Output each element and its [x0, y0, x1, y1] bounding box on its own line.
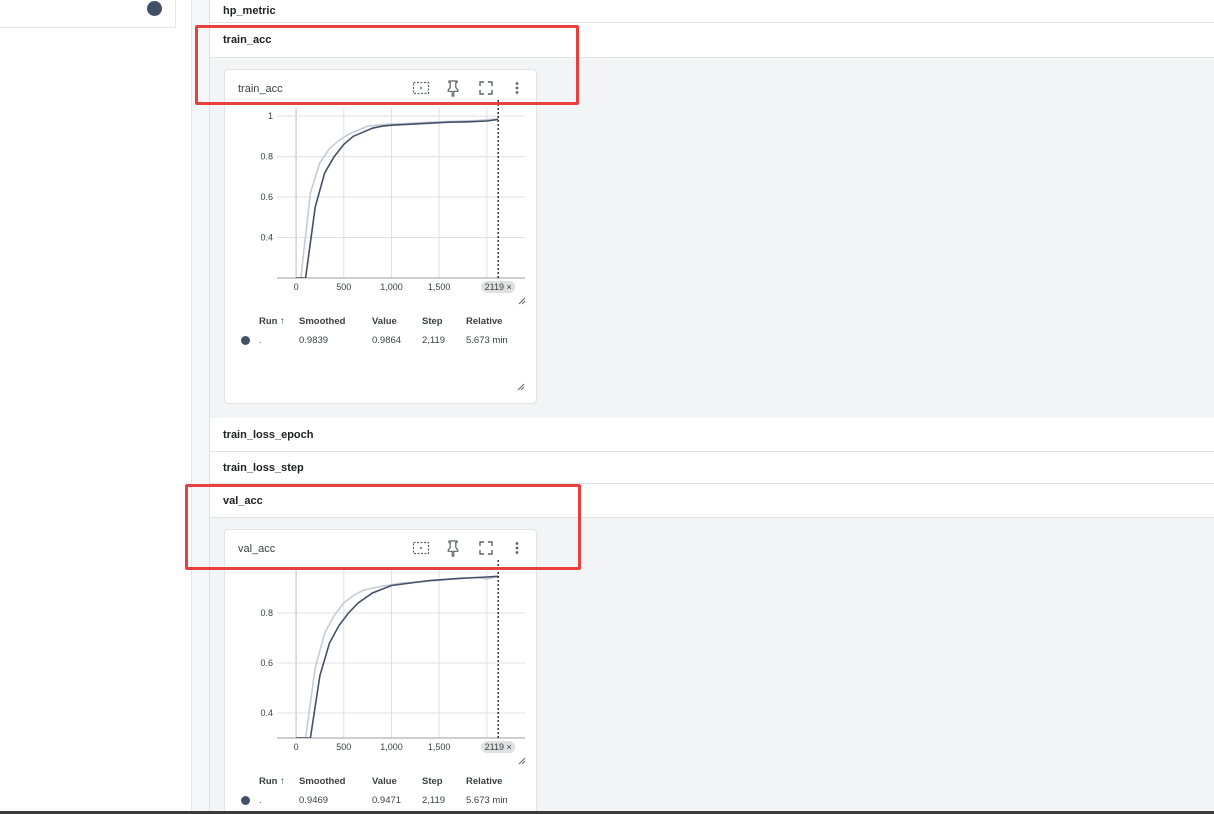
group-header-train-loss-epoch[interactable]: train_loss_epoch — [210, 418, 1214, 452]
chart-card-val-acc: val_acc 0.40.60.805001,0001,50022119 × R… — [224, 529, 537, 814]
tooltip-table: Run ↑ Smoothed Value Step Relative . 0.9… — [239, 316, 529, 356]
more-vert-icon[interactable] — [508, 79, 526, 97]
x-tick-label: 500 — [336, 742, 351, 752]
series-line-smoothed — [296, 575, 499, 738]
group-body-val-acc: val_acc 0.40.60.805001,0001,50022119 × R… — [210, 518, 1214, 814]
card-title: train_acc — [238, 83, 283, 95]
step-badge-label: 2119 × — [485, 742, 512, 752]
x-tick-label: 0 — [294, 282, 299, 292]
x-tick-label: 1,000 — [380, 282, 403, 292]
group-body-train-acc: train_acc 0.40.60.8105001,0001,50022119 … — [210, 58, 1214, 418]
y-tick-label: 0.8 — [260, 152, 273, 162]
val-acc-line-chart[interactable]: 0.40.60.805001,0001,50022119 × — [225, 560, 538, 770]
run-legend-dot — [241, 336, 250, 345]
x-tick-label: 1,000 — [380, 742, 403, 752]
x-tick-label: 1,500 — [428, 742, 451, 752]
card-title: val_acc — [238, 543, 276, 555]
run-color-dot[interactable] — [147, 1, 162, 16]
cell-value: 0.9864 — [372, 335, 402, 346]
group-header-val-acc[interactable]: val_acc — [210, 484, 1214, 518]
cell-relative: 5.673 min — [466, 335, 508, 346]
chart-resize-handle-icon — [518, 757, 526, 765]
step-badge-label: 2119 × — [485, 282, 512, 292]
scalars-main-panel: hp_metric train_acc train_acc 0.4 0.6 0.8 1… — [209, 0, 1214, 814]
pin-icon[interactable] — [444, 79, 462, 97]
col-relative[interactable]: Relative — [466, 776, 502, 787]
group-header-train-acc[interactable]: train_acc — [210, 23, 1214, 58]
group-header-hp-metric[interactable]: hp_metric — [210, 0, 1214, 23]
cell-smoothed: 0.9839 — [299, 335, 329, 346]
x-tick-label: 1,500 — [428, 282, 451, 292]
group-label: hp_metric — [223, 5, 276, 17]
y-tick-label: 0.6 — [260, 192, 273, 202]
y-tick-label: 0.4 — [260, 233, 273, 243]
series-line-raw — [296, 575, 499, 738]
fit-domain-icon[interactable] — [412, 539, 430, 557]
y-tick-label: 0.4 — [260, 708, 273, 718]
y-tick-label: 0.6 — [260, 658, 273, 668]
x-tick-label: 0 — [294, 742, 299, 752]
chart-resize-handle-icon — [518, 297, 526, 305]
fit-domain-icon[interactable] — [412, 79, 430, 97]
runs-sidebar — [0, 0, 192, 814]
group-label: train_acc — [223, 34, 272, 46]
train-acc-line-chart[interactable]: 0.40.60.8105001,0001,50022119 × — [225, 100, 538, 310]
cell-relative: 5.673 min — [466, 795, 508, 806]
pin-icon[interactable] — [444, 539, 462, 557]
y-tick-label: 0.8 — [260, 608, 273, 618]
fullscreen-icon[interactable] — [477, 539, 495, 557]
cell-run: . — [259, 795, 262, 806]
cell-smoothed: 0.9469 — [299, 795, 329, 806]
group-label: train_loss_step — [223, 461, 304, 474]
col-relative[interactable]: Relative — [466, 316, 502, 327]
series-line-raw — [296, 118, 499, 278]
resize-handle-icon[interactable] — [517, 383, 525, 391]
run-legend-dot — [241, 796, 250, 805]
chart-card-train-acc: train_acc 0.40.60.8105001,0001,50022119 … — [224, 69, 537, 404]
fullscreen-icon[interactable] — [477, 79, 495, 97]
series-line-smoothed — [296, 118, 499, 278]
col-run[interactable]: Run ↑ — [259, 776, 285, 787]
tooltip-table: Run ↑ Smoothed Value Step Relative . 0.9… — [239, 776, 529, 814]
more-vert-icon[interactable] — [508, 539, 526, 557]
col-step[interactable]: Step — [422, 316, 443, 327]
x-tick-label: 500 — [336, 282, 351, 292]
group-header-train-loss-step[interactable]: train_loss_step — [210, 452, 1214, 484]
group-label: val_acc — [223, 494, 263, 507]
col-value[interactable]: Value — [372, 316, 397, 327]
cell-run: . — [259, 335, 262, 346]
run-row[interactable] — [0, 0, 176, 28]
cell-value: 0.9471 — [372, 795, 402, 806]
y-tick-label: 1 — [268, 111, 273, 121]
col-smoothed[interactable]: Smoothed — [299, 776, 345, 787]
col-value[interactable]: Value — [372, 776, 397, 787]
col-run[interactable]: Run ↑ — [259, 316, 285, 327]
col-step[interactable]: Step — [422, 776, 443, 787]
col-smoothed[interactable]: Smoothed — [299, 316, 345, 327]
cell-step: 2,119 — [422, 335, 446, 346]
cell-step: 2,119 — [422, 795, 446, 806]
group-label: train_loss_epoch — [223, 428, 314, 441]
